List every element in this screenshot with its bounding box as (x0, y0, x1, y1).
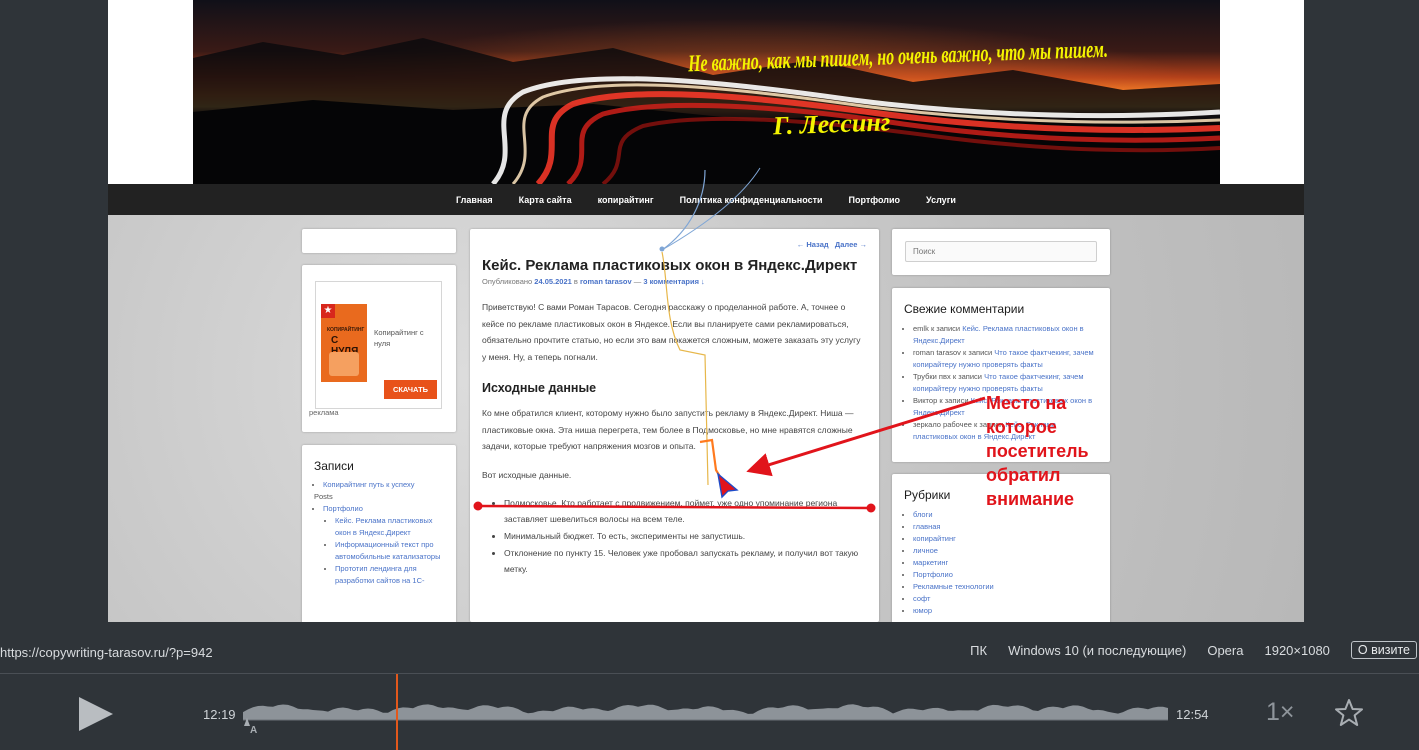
rubric-item[interactable]: копирайтинг (913, 533, 1098, 545)
nav-item-services[interactable]: Услуги (926, 195, 956, 205)
ad-box[interactable]: ★ КОПИРАЙТИНГ С НУЛЯ Копирайтинг с нуля … (315, 281, 442, 409)
article-panel: ← Назад Далее → Кейс. Реклама пластиковы… (470, 229, 879, 622)
records-item[interactable]: Портфолио Кейс. Реклама пластиковых окон… (323, 503, 444, 587)
comment-item[interactable]: Трубки пвх к записи Что такое фактчекинг… (913, 371, 1098, 395)
search-input[interactable] (905, 241, 1097, 262)
playback-speed[interactable]: 1× (1266, 698, 1295, 727)
list-item: Минимальный бюджет. То есть, эксперимент… (504, 528, 867, 544)
records-subitem[interactable]: Информационный текст про автомобильные к… (335, 539, 444, 563)
ad-book-cover: ★ КОПИРАЙТИНГ С НУЛЯ (321, 304, 367, 382)
records-subitem[interactable]: Прототип лендинга для разработки сайтов … (335, 563, 444, 587)
nav-item-copywriting[interactable]: копирайтинг (598, 195, 654, 205)
timeline-marker-label: A (250, 725, 257, 736)
section-heading: Исходные данные (482, 381, 597, 395)
site-header: Не важно, как мы пишем, но очень важно, … (108, 0, 1304, 184)
recent-comments-title: Свежие комментарии (904, 302, 1025, 316)
ad-book-illustration (329, 352, 359, 376)
replay-viewport: Не важно, как мы пишем, но очень важно, … (108, 0, 1304, 622)
star-icon: ★ (321, 304, 335, 318)
meta-dash: — (633, 277, 642, 286)
nav-item-home[interactable]: Главная (456, 195, 493, 205)
intro-paragraph: Приветствую! С вами Роман Тарасов. Сегод… (482, 302, 861, 362)
header-banner: Не важно, как мы пишем, но очень важно, … (193, 0, 1220, 184)
os-name: Windows 10 (и последующие) (1008, 642, 1187, 658)
nav-item-sitemap[interactable]: Карта сайта (519, 195, 572, 205)
records-subitem[interactable]: Кейс. Реклама пластиковых окон в Яндекс.… (335, 515, 444, 539)
main-nav: Главная Карта сайта копирайтинг Политика… (108, 184, 1304, 215)
rubrics-title: Рубрики (904, 488, 951, 502)
post-author[interactable]: roman tarasov (580, 277, 632, 286)
source-data-paragraph: Вот исходные данные. (482, 469, 572, 480)
comment-item[interactable]: emlk к записи Кейс. Реклама пластиковых … (913, 323, 1098, 347)
ad-caption[interactable]: Копирайтинг с нуля (374, 327, 440, 349)
meta-prefix: Опубликовано (482, 277, 533, 286)
device-type: ПК (970, 642, 988, 658)
records-title: Записи (314, 459, 354, 473)
activity-waveform (243, 704, 1168, 720)
timeline[interactable]: A (243, 674, 1168, 750)
source-data-list: Подмосковье. Кто работает с продвижением… (482, 495, 867, 577)
list-item: Отклонение по пункту 15. Человек уже про… (504, 545, 867, 577)
records-widget: Записи Копирайтинг путь к успеху Posts П… (302, 445, 456, 622)
visit-details-button[interactable]: О визите (1350, 641, 1417, 659)
post-navigation: ← Назад Далее → (797, 240, 867, 249)
ad-widget: ★ КОПИРАЙТИНГ С НУЛЯ Копирайтинг с нуля … (302, 265, 456, 432)
rubric-item[interactable]: маркетинг (913, 557, 1098, 569)
browser-name: Opera (1207, 642, 1244, 658)
rubric-item[interactable]: личное (913, 545, 1098, 557)
session-replay-screen: Не важно, как мы пишем, но очень важно, … (0, 0, 1419, 750)
banner-author: Г. Лессинг (772, 107, 891, 140)
screen-resolution: 1920×1080 (1264, 642, 1330, 658)
left-empty-widget (302, 229, 456, 253)
rubric-item[interactable]: юмор (913, 605, 1098, 617)
list-item: Подмосковье. Кто работает с продвижением… (504, 495, 867, 527)
time-end: 12:54 (1176, 707, 1209, 722)
meta-by: в (573, 277, 578, 286)
post-title: Кейс. Реклама пластиковых окон в Яндекс.… (482, 257, 858, 274)
time-start: 12:19 (203, 707, 236, 722)
visit-info-bar: https://copywriting-tarasov.ru/?p=942 ПК… (0, 636, 1419, 668)
next-post-link[interactable]: Далее → (835, 240, 867, 249)
nav-item-privacy[interactable]: Политика конфиденциальности (680, 195, 823, 205)
nav-item-portfolio[interactable]: Портфолио (849, 195, 901, 205)
post-comments-link[interactable]: 3 комментария ↓ (643, 277, 704, 286)
records-item[interactable]: Копирайтинг путь к успеху (323, 479, 444, 491)
records-item: Posts (314, 492, 333, 501)
visit-url[interactable]: https://copywriting-tarasov.ru/?p=942 (0, 645, 213, 660)
rubric-item[interactable]: софт (913, 593, 1098, 605)
comment-item[interactable]: зеркало рабочее к записи Кейс. Реклама п… (913, 419, 1098, 443)
search-widget (892, 229, 1110, 275)
comment-item[interactable]: Виктор к записи Кейс. Реклама пластиковы… (913, 395, 1098, 419)
star-icon[interactable] (1334, 698, 1364, 728)
post-meta: Опубликовано 24.05.2021 в roman tarasov … (482, 277, 867, 286)
visit-meta: ПК Windows 10 (и последующие) Opera 1920… (970, 641, 1419, 659)
ad-book-title-line1: КОПИРАЙТИНГ (327, 327, 365, 333)
rubric-item[interactable]: главная (913, 521, 1098, 533)
rubric-item[interactable]: Рекламные технологии (913, 581, 1098, 593)
post-date[interactable]: 24.05.2021 (534, 277, 572, 286)
play-icon[interactable] (76, 694, 116, 734)
recent-comments-widget: Свежие комментарии emlk к записи Кейс. Р… (892, 288, 1110, 462)
client-paragraph: Ко мне обратился клиент, которому нужно … (482, 408, 854, 451)
ad-label: реклама (309, 408, 339, 417)
rubrics-widget: Рубрики блоги главная копирайтинг личное… (892, 474, 1110, 622)
player-controls: 12:19 A 12:54 1× (0, 674, 1419, 750)
comment-item[interactable]: roman tarasov к записи Что такое фактчек… (913, 347, 1098, 371)
ad-download-button[interactable]: СКАЧАТЬ (384, 380, 437, 399)
rubric-item[interactable]: блоги (913, 509, 1098, 521)
rubric-item[interactable]: Портфолио (913, 569, 1098, 581)
prev-post-link[interactable]: ← Назад (797, 240, 829, 249)
